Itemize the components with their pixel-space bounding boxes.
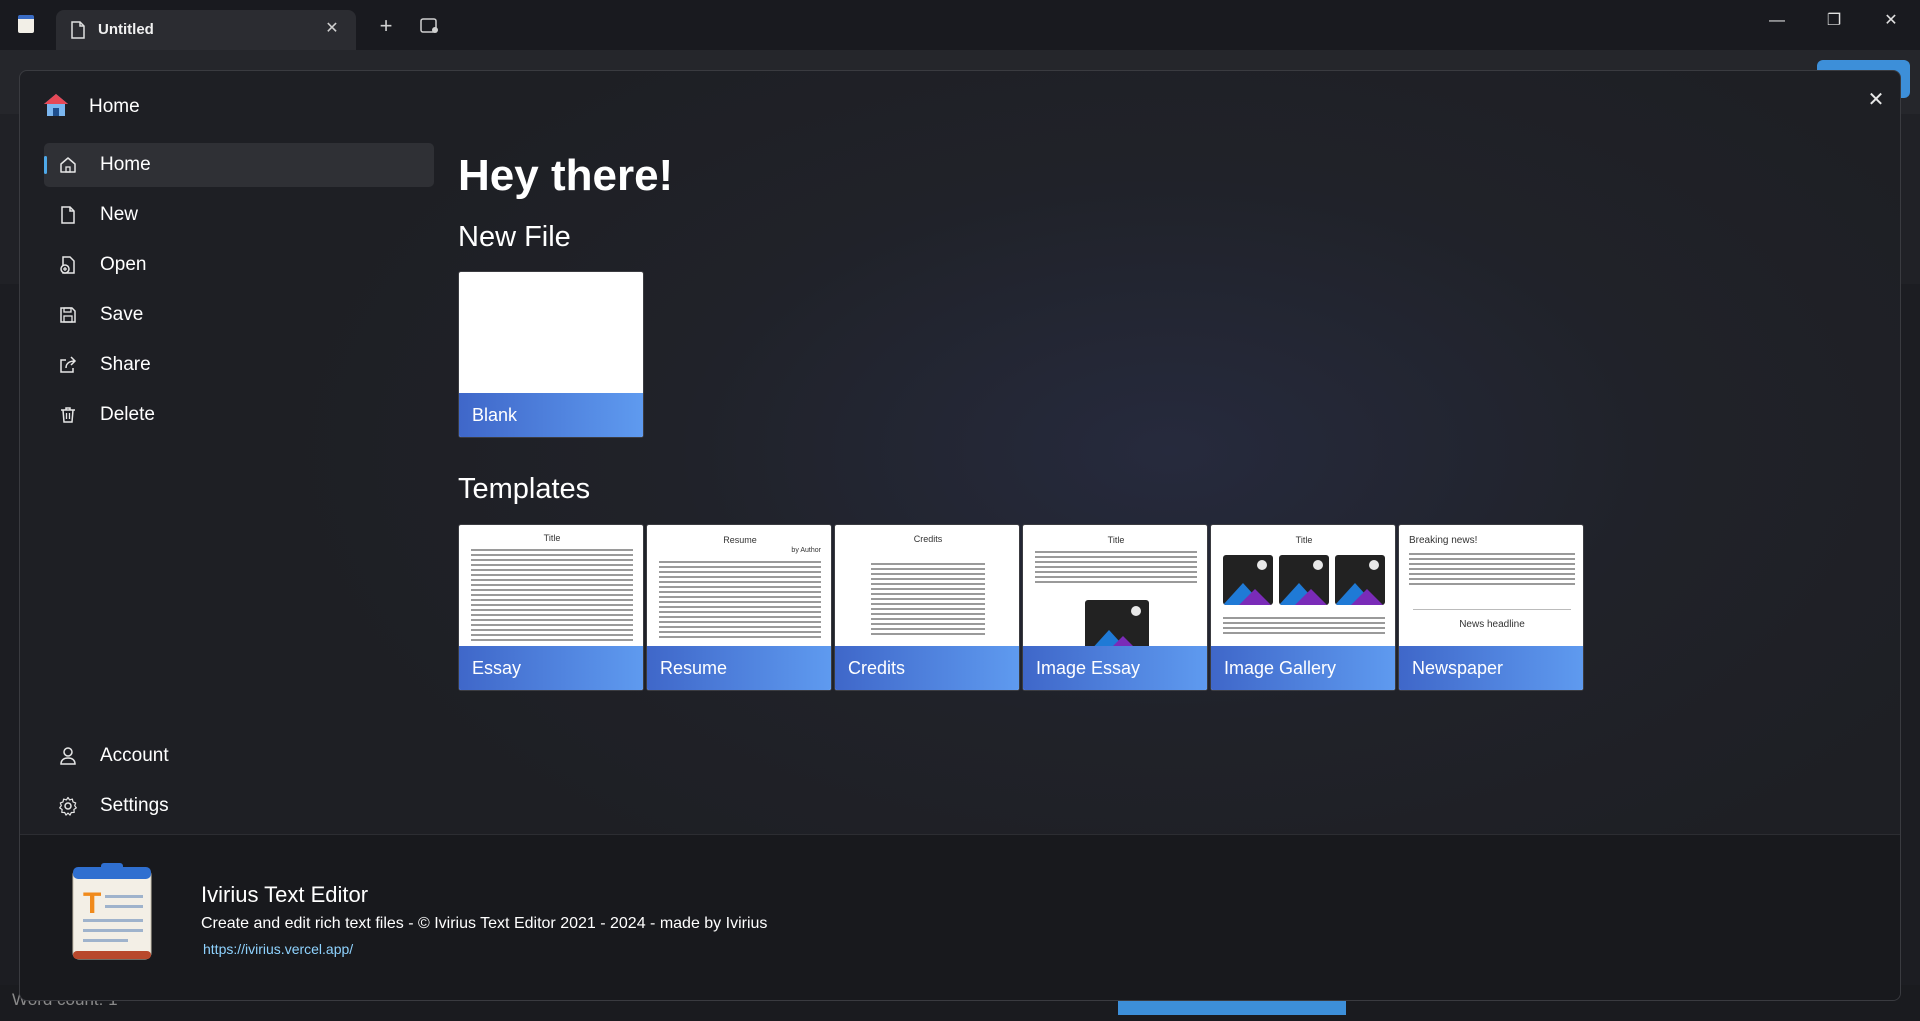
card-label: Blank: [472, 405, 518, 425]
card-label-bar: Essay: [459, 646, 643, 690]
image-gallery-preview: Title: [1211, 525, 1395, 649]
nav-item-home[interactable]: Home: [44, 143, 434, 187]
template-card-essay[interactable]: Title Essay: [458, 524, 644, 691]
account-icon: [60, 747, 76, 765]
title-bar: Untitled ✕ + — ❐ ✕: [0, 0, 1920, 50]
save-icon: [60, 307, 76, 323]
dialog-title: Home: [89, 96, 140, 117]
image-essay-preview: Title: [1023, 525, 1207, 649]
website-link[interactable]: https://ivirius.vercel.app/: [203, 941, 353, 957]
preview-image: [1223, 555, 1273, 605]
card-label-bar: Resume: [647, 646, 831, 690]
card-label-bar: Credits: [835, 646, 1019, 690]
card-label-bar: Newspaper: [1399, 646, 1583, 690]
document-tab[interactable]: Untitled ✕: [56, 10, 356, 50]
template-card-resume[interactable]: Resume by Author Resume: [646, 524, 832, 691]
nav-item-new[interactable]: New: [44, 193, 434, 237]
template-card-newspaper[interactable]: Breaking news! News headline Newspaper: [1398, 524, 1584, 691]
delete-icon: [61, 407, 75, 423]
preview-title: Title: [1107, 535, 1125, 545]
app-name: Ivirius Text Editor: [201, 882, 369, 907]
settings-icon: [59, 796, 77, 816]
card-label: Resume: [660, 658, 728, 678]
preview-text-lines: [1409, 553, 1575, 588]
preview-text-lines: [847, 563, 1009, 638]
preview-title: Credits: [913, 534, 943, 544]
selection-indicator: [44, 156, 47, 174]
dialog-close-icon[interactable]: ✕: [1862, 86, 1890, 114]
about-footer: T Ivirius Text Editor Create and edit ri…: [20, 834, 1900, 1000]
preview-text-lines: [1223, 617, 1385, 637]
home-icon: [60, 157, 76, 173]
share-icon: [60, 356, 77, 373]
nav-item-save[interactable]: Save: [44, 293, 434, 337]
credits-preview: Credits: [835, 525, 1019, 649]
template-card-credits[interactable]: Credits Credits: [834, 524, 1020, 691]
restore-button[interactable]: ❐: [1811, 6, 1857, 36]
tab-close-icon[interactable]: ✕: [322, 19, 342, 39]
divider: [1413, 609, 1571, 610]
app-description: Create and edit rich text files - © Ivir…: [201, 915, 768, 932]
window-close-button[interactable]: ✕: [1868, 6, 1914, 36]
minimize-button[interactable]: —: [1754, 6, 1800, 36]
preview-subtitle: by Author: [791, 547, 821, 554]
nav-label: Open: [100, 254, 147, 275]
open-icon: [60, 256, 75, 274]
preview-title: Title: [1295, 535, 1313, 545]
home-dialog: Home ✕ Home New Open Save Share Delete A…: [19, 70, 1901, 1001]
tab-title: Untitled: [98, 21, 154, 38]
nav-item-settings[interactable]: Settings: [44, 784, 434, 828]
nav-label: Save: [100, 304, 144, 325]
card-label-bar: Image Essay: [1023, 646, 1207, 690]
preview-text-lines: [1035, 551, 1197, 586]
resume-preview: Resume by Author: [647, 525, 831, 649]
preview-subtitle: News headline: [1459, 619, 1525, 630]
preview-image: [1279, 555, 1329, 605]
blank-card[interactable]: Blank: [458, 271, 644, 438]
preview-image: [1085, 600, 1149, 649]
card-label: Essay: [472, 658, 522, 678]
card-label: Image Essay: [1036, 658, 1141, 678]
app-icon: [18, 15, 34, 33]
app-logo-icon: T: [72, 863, 152, 960]
nav-item-account[interactable]: Account: [44, 734, 434, 778]
nav-item-delete[interactable]: Delete: [44, 393, 434, 437]
greeting-heading: Hey there!: [458, 151, 674, 200]
nav-label: Settings: [100, 795, 169, 816]
template-card-image-essay[interactable]: Title Image Essay: [1022, 524, 1208, 691]
new-tab-button[interactable]: +: [374, 14, 398, 38]
card-label-bar: Blank: [459, 393, 643, 437]
preview-text-lines: [471, 549, 633, 644]
preview-title: Breaking news!: [1409, 535, 1478, 546]
nav-label: New: [100, 204, 139, 225]
template-card-image-gallery[interactable]: Title Image Gallery: [1210, 524, 1396, 691]
essay-preview: Title: [459, 525, 643, 649]
tab-overview-icon[interactable]: [420, 17, 440, 35]
svg-text:T: T: [83, 887, 101, 920]
card-label: Image Gallery: [1224, 658, 1337, 678]
nav-label: Share: [100, 354, 151, 375]
home-color-icon: [44, 94, 68, 116]
preview-title: Resume: [723, 535, 757, 545]
blank-preview: [459, 272, 643, 396]
nav-label: Home: [100, 154, 151, 175]
new-file-heading: New File: [458, 221, 571, 253]
nav-item-open[interactable]: Open: [44, 243, 434, 287]
card-label: Newspaper: [1412, 658, 1504, 678]
preview-image: [1335, 555, 1385, 605]
document-icon: [71, 21, 85, 39]
nav-item-share[interactable]: Share: [44, 343, 434, 387]
preview-title: Title: [543, 533, 561, 543]
new-file-icon: [61, 206, 75, 224]
templates-heading: Templates: [458, 473, 591, 505]
card-label: Credits: [848, 658, 906, 678]
nav-label: Delete: [100, 404, 155, 425]
newspaper-preview: Breaking news! News headline: [1399, 525, 1583, 649]
card-label-bar: Image Gallery: [1211, 646, 1395, 690]
nav-label: Account: [100, 745, 169, 766]
preview-text-lines: [659, 561, 821, 641]
